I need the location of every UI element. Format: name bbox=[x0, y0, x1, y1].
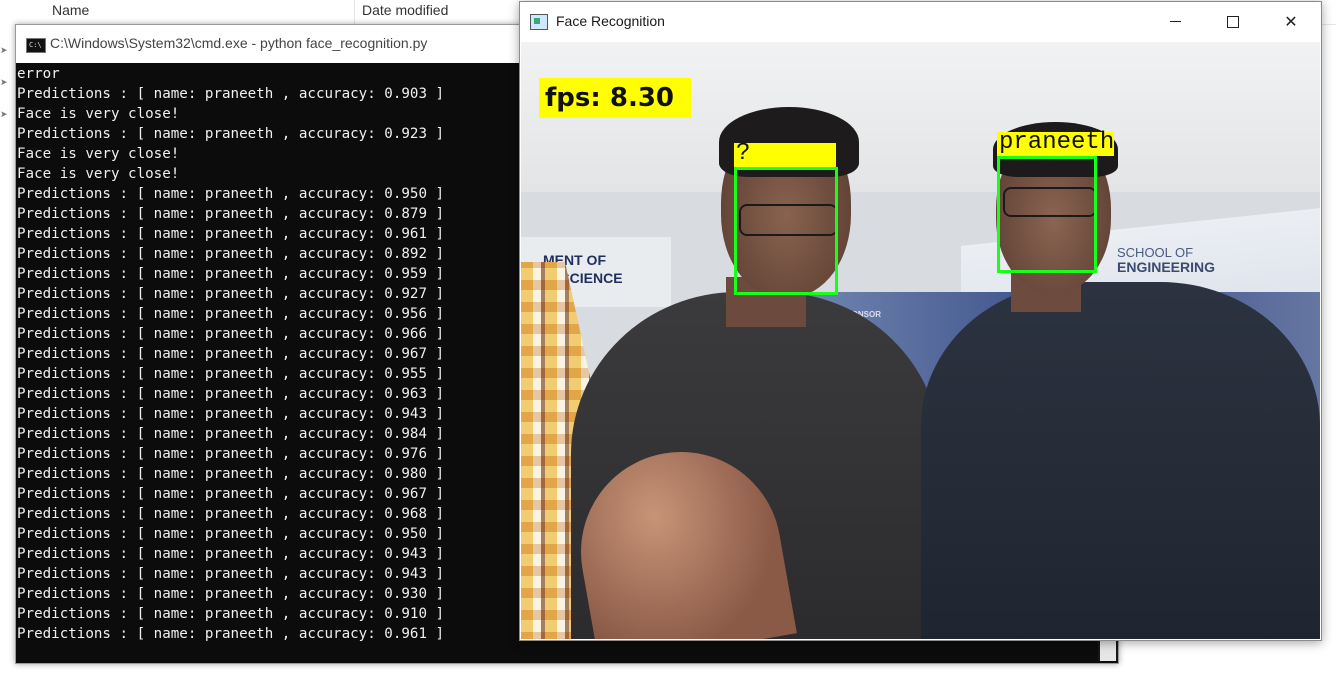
face-label: ? bbox=[734, 142, 836, 167]
face-label: praneeth bbox=[997, 129, 1115, 156]
minimize-icon bbox=[1169, 21, 1181, 22]
explorer-nav-strip: ➤ ➤ ➤ bbox=[0, 24, 14, 677]
fps-readout: fps: 8.30 bbox=[539, 78, 691, 118]
banner-text: SCHOOL OF bbox=[1117, 245, 1194, 260]
app-icon bbox=[530, 14, 548, 30]
pin-icon[interactable]: ➤ bbox=[0, 78, 8, 87]
column-date-modified-header[interactable]: Date modified bbox=[362, 2, 448, 18]
banner-text: ENGINEERING bbox=[1117, 259, 1216, 275]
column-name-header[interactable]: Name bbox=[52, 2, 89, 18]
pin-icon[interactable]: ➤ bbox=[0, 110, 8, 119]
cmd-window-title: C:\Windows\System32\cmd.exe - python fac… bbox=[50, 35, 428, 51]
face-window-title: Face Recognition bbox=[556, 13, 665, 29]
face-bounding-box bbox=[734, 167, 838, 295]
face-window-titlebar[interactable]: Face Recognition ✕ bbox=[520, 2, 1321, 41]
close-button[interactable]: ✕ bbox=[1262, 2, 1320, 41]
pin-icon[interactable]: ➤ bbox=[0, 46, 8, 55]
maximize-icon bbox=[1227, 15, 1239, 28]
minimize-button[interactable] bbox=[1146, 2, 1204, 41]
maximize-button[interactable] bbox=[1204, 2, 1262, 41]
face-recognition-window: Face Recognition ✕ MENT OF ER SCIENCE SC… bbox=[519, 1, 1322, 641]
person-right-body bbox=[921, 282, 1320, 639]
column-divider[interactable] bbox=[354, 0, 355, 24]
close-icon: ✕ bbox=[1284, 13, 1298, 31]
face-bounding-box bbox=[997, 156, 1097, 273]
camera-feed: MENT OF ER SCIENCE SCHOOL OF ENGINEERING… bbox=[521, 42, 1320, 639]
cmd-icon: C:\ bbox=[26, 38, 46, 53]
